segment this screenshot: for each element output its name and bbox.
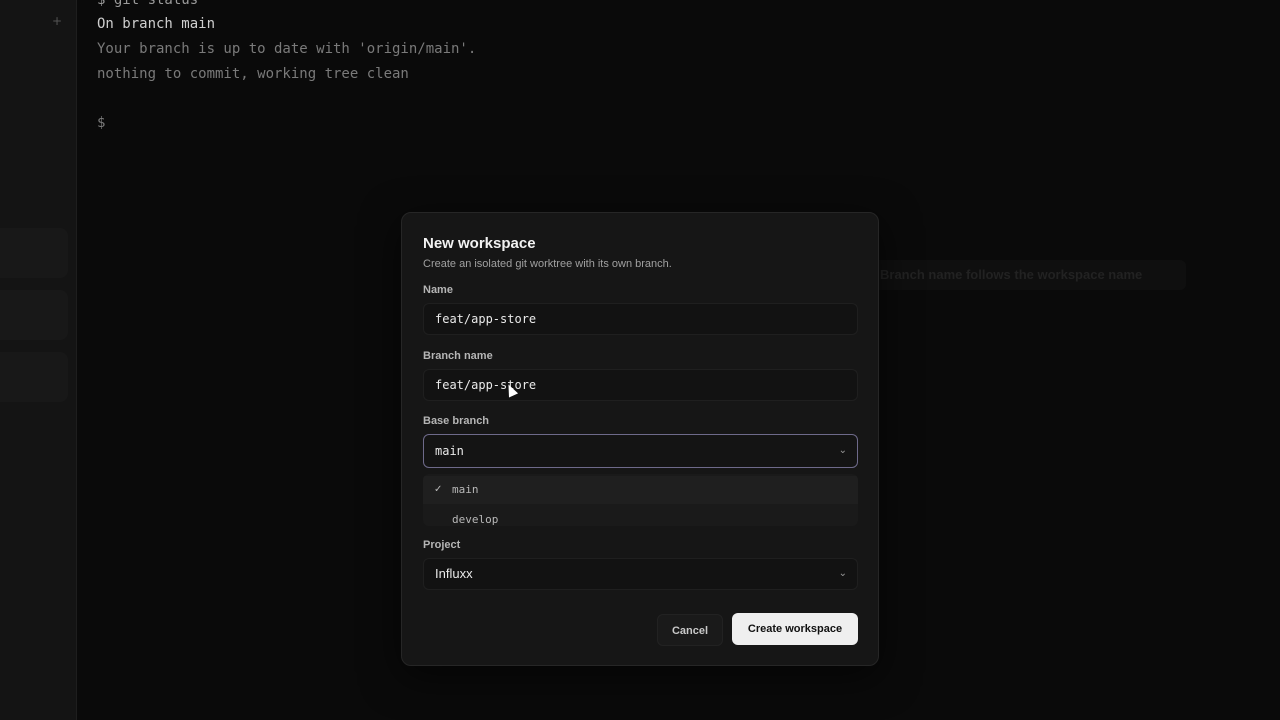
option-label: develop [452,513,499,526]
check-icon: ✓ [434,484,443,495]
base-branch-dropdown: ✓ main develop [423,474,858,526]
name-input[interactable]: feat/app-store [423,303,858,335]
plus-icon[interactable]: + [52,14,62,28]
terminal-line: On branch main [97,16,216,32]
terminal-prompt: $ [97,115,106,131]
chevron-down-icon: ⌄ [838,568,847,579]
create-workspace-button[interactable]: Create workspace [732,613,858,645]
base-branch-value: main [435,444,464,458]
chevron-down-icon: ⌄ [838,445,847,456]
project-value: Influxx [435,566,473,581]
sidebar-item[interactable] [0,290,68,340]
project-label: Project [423,539,461,551]
dialog-title: New workspace [423,235,536,252]
dropdown-option-develop[interactable]: develop [423,506,858,526]
base-branch-select[interactable]: main ⌄ [423,434,858,468]
option-label: main [452,483,479,496]
terminal-line: Your branch is up to date with 'origin/m… [97,41,477,57]
sidebar: + [0,0,77,720]
branch-name-label: Branch name [423,350,493,362]
project-select[interactable]: Influxx ⌄ [423,558,858,590]
branch-name-input[interactable]: feat/app-store [423,369,858,401]
dialog-subtitle: Create an isolated git worktree with its… [423,258,672,270]
cancel-button[interactable]: Cancel [657,614,723,646]
name-label: Name [423,284,453,296]
terminal-line: $ git status [97,0,199,8]
tooltip: Branch name follows the workspace name [868,260,1186,290]
sidebar-item[interactable] [0,352,68,402]
sidebar-item[interactable] [0,228,68,278]
base-branch-label: Base branch [423,415,490,427]
terminal-line: nothing to commit, working tree clean [97,66,409,82]
new-workspace-dialog: New workspace Create an isolated git wor… [401,212,879,666]
dropdown-option-main[interactable]: ✓ main [423,476,858,504]
